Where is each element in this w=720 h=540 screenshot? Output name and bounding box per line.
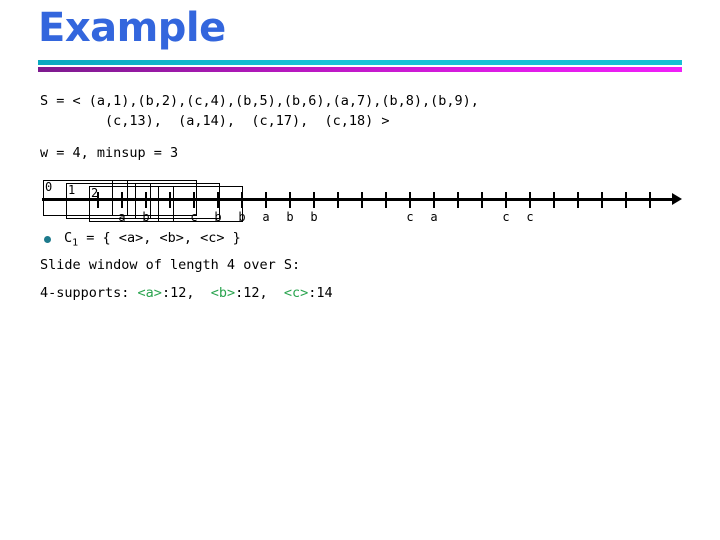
candidate-set-contents: = { <a>, <b>, <c> } bbox=[78, 230, 241, 246]
support-value: :14 bbox=[308, 285, 333, 301]
timeline-tick bbox=[505, 192, 507, 208]
timeline-tick bbox=[433, 192, 435, 208]
timeline-tick bbox=[313, 192, 315, 208]
candidate-set-label: C bbox=[64, 230, 73, 246]
timeline-tick bbox=[409, 192, 411, 208]
timeline-tick bbox=[649, 192, 651, 208]
timeline-tick bbox=[529, 192, 531, 208]
sliding-window-box bbox=[158, 186, 243, 222]
support-pattern: <c> bbox=[283, 285, 309, 301]
timeline-tick-label: c bbox=[526, 210, 534, 224]
timeline-tick bbox=[625, 192, 627, 208]
timeline-tick bbox=[385, 192, 387, 208]
timeline-tick bbox=[361, 192, 363, 208]
bullet-icon bbox=[44, 236, 51, 243]
timeline-tick-label: a bbox=[262, 210, 270, 224]
timeline-tick bbox=[577, 192, 579, 208]
parameters-line: w = 4, minsup = 3 bbox=[40, 145, 179, 161]
support-pattern: <b> bbox=[210, 285, 236, 301]
timeline-tick bbox=[289, 192, 291, 208]
sliding-window-label: 2 bbox=[91, 186, 99, 200]
support-value: :12, bbox=[161, 285, 211, 301]
timeline-tick bbox=[337, 192, 339, 208]
timeline-tick-label: c bbox=[502, 210, 510, 224]
sliding-window-label: 0 bbox=[45, 180, 53, 194]
page-title: Example bbox=[38, 5, 226, 51]
timeline-tick-label: a bbox=[430, 210, 438, 224]
support-pattern: <a> bbox=[137, 285, 162, 301]
timeline-tick bbox=[481, 192, 483, 208]
candidate-set-line: C1 = { <a>, <b>, <c> } bbox=[64, 230, 241, 252]
slide-window-description: Slide window of length 4 over S: bbox=[40, 257, 301, 273]
timeline-diagram: abcbbabbcacc 012 bbox=[0, 168, 720, 228]
timeline-tick bbox=[601, 192, 603, 208]
supports-values: <a>:12, <b>:12, <c>:14 bbox=[138, 285, 333, 301]
support-value: :12, bbox=[235, 285, 284, 301]
sequence-line-first: S = < (a,1),(b,2),(c,4),(b,5),(b,6),(a,7… bbox=[40, 93, 479, 109]
sequence-line-second: (c,13), (a,14), (c,17), (c,18) > bbox=[40, 113, 390, 129]
supports-line: 4-supports: <a>:12, <b>:12, <c>:14 bbox=[40, 285, 333, 302]
timeline-tick bbox=[265, 192, 267, 208]
timeline-tick bbox=[553, 192, 555, 208]
sliding-window-label: 1 bbox=[68, 183, 76, 197]
timeline-arrow-icon bbox=[672, 193, 682, 205]
supports-label: 4-supports: bbox=[40, 285, 138, 301]
timeline-tick-label: b bbox=[286, 210, 294, 224]
title-divider bbox=[38, 60, 682, 74]
timeline-tick-label: b bbox=[310, 210, 318, 224]
divider-magenta-band bbox=[38, 67, 682, 72]
timeline-tick-label: c bbox=[406, 210, 414, 224]
timeline-tick bbox=[457, 192, 459, 208]
